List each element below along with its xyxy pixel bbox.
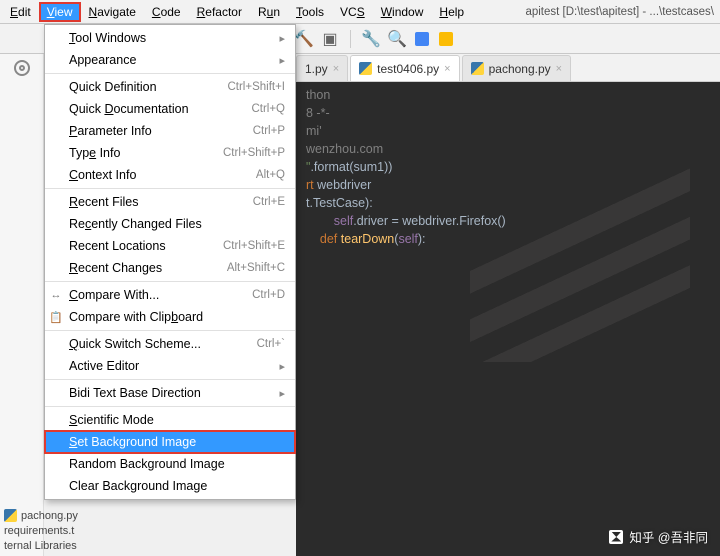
watermark: 知乎 @吾非同 bbox=[609, 527, 708, 546]
menu-code[interactable]: Code bbox=[144, 2, 189, 22]
editor-tab-test0406-py[interactable]: test0406.py× bbox=[350, 55, 459, 81]
menu-item-bidi-text-base-direction[interactable]: Bidi Text Base Direction▸ bbox=[45, 382, 295, 404]
menu-view[interactable]: View bbox=[39, 2, 81, 22]
python-icon bbox=[4, 509, 17, 522]
editor-tab-1-py[interactable]: 1.py× bbox=[296, 55, 348, 81]
menu-item-quick-definition[interactable]: Quick DefinitionCtrl+Shift+I bbox=[45, 76, 295, 98]
menu-item-set-background-image[interactable]: Set Background Image bbox=[45, 431, 295, 453]
close-icon[interactable]: × bbox=[333, 63, 339, 75]
build-icon[interactable]: 🔨 bbox=[296, 31, 312, 47]
search-icon[interactable]: 🔧 bbox=[363, 31, 379, 47]
close-icon[interactable]: × bbox=[444, 63, 450, 75]
zhihu-icon bbox=[609, 530, 623, 544]
python-icon bbox=[359, 62, 372, 75]
menu-item-recently-changed-files[interactable]: Recently Changed Files bbox=[45, 213, 295, 235]
menu-item-quick-switch-scheme[interactable]: Quick Switch Scheme...Ctrl+` bbox=[45, 333, 295, 355]
menu-window[interactable]: Window bbox=[373, 2, 432, 22]
code-editor[interactable]: thon8 -*-mi'wenzhou.com".format(sum1))rt… bbox=[296, 82, 720, 556]
menu-item-recent-locations[interactable]: Recent LocationsCtrl+Shift+E bbox=[45, 235, 295, 257]
menu-refactor[interactable]: Refactor bbox=[189, 2, 250, 22]
left-gutter bbox=[0, 54, 44, 556]
menu-item-recent-changes[interactable]: Recent ChangesAlt+Shift+C bbox=[45, 257, 295, 279]
menu-item-compare-with-clipboard[interactable]: 📋Compare with Clipboard bbox=[45, 306, 295, 328]
g-orange-icon[interactable] bbox=[439, 32, 453, 46]
menu-item-recent-files[interactable]: Recent FilesCtrl+E bbox=[45, 191, 295, 213]
project-path: apitest [D:\test\apitest] - ...\testcase… bbox=[525, 6, 720, 18]
close-icon[interactable]: × bbox=[556, 63, 562, 75]
menu-item-quick-documentation[interactable]: Quick DocumentationCtrl+Q bbox=[45, 98, 295, 120]
search-icon2[interactable]: 🔍 bbox=[389, 31, 405, 47]
menu-tools[interactable]: Tools bbox=[288, 2, 332, 22]
menu-item-scientific-mode[interactable]: Scientific Mode bbox=[45, 409, 295, 431]
menu-item-tool-windows[interactable]: Tool Windows▸ bbox=[45, 27, 295, 49]
menu-item-active-editor[interactable]: Active Editor▸ bbox=[45, 355, 295, 377]
editor-tab-pachong-py[interactable]: pachong.py× bbox=[462, 55, 572, 81]
menu-item-compare-with[interactable]: ↔Compare With...Ctrl+D bbox=[45, 284, 295, 306]
menu-vcs[interactable]: VCS bbox=[332, 2, 373, 22]
stop-icon[interactable]: ▣ bbox=[322, 31, 338, 47]
menu-bar: Edit View Navigate Code Refactor Run Too… bbox=[0, 0, 720, 24]
menu-run[interactable]: Run bbox=[250, 2, 288, 22]
menu-help[interactable]: Help bbox=[431, 2, 472, 22]
editor-tabs: 1.py×test0406.py×pachong.py× bbox=[296, 54, 720, 82]
target-icon[interactable] bbox=[14, 60, 30, 76]
menu-item-appearance[interactable]: Appearance▸ bbox=[45, 49, 295, 71]
menu-item-clear-background-image[interactable]: Clear Background Image bbox=[45, 475, 295, 497]
view-menu-popup: Tool Windows▸Appearance▸ Quick Definition… bbox=[44, 24, 296, 500]
python-icon bbox=[471, 62, 484, 75]
menu-navigate[interactable]: Navigate bbox=[81, 2, 144, 22]
menu-item-type-info[interactable]: Type InfoCtrl+Shift+P bbox=[45, 142, 295, 164]
menu-item-parameter-info[interactable]: Parameter InfoCtrl+P bbox=[45, 120, 295, 142]
menu-item-random-background-image[interactable]: Random Background Image bbox=[45, 453, 295, 475]
project-tree-bottom[interactable]: pachong.py requirements.t ternal Librari… bbox=[4, 509, 78, 552]
g-blue-icon[interactable] bbox=[415, 32, 429, 46]
menu-item-context-info[interactable]: Context InfoAlt+Q bbox=[45, 164, 295, 186]
menu-edit[interactable]: Edit bbox=[2, 2, 39, 22]
